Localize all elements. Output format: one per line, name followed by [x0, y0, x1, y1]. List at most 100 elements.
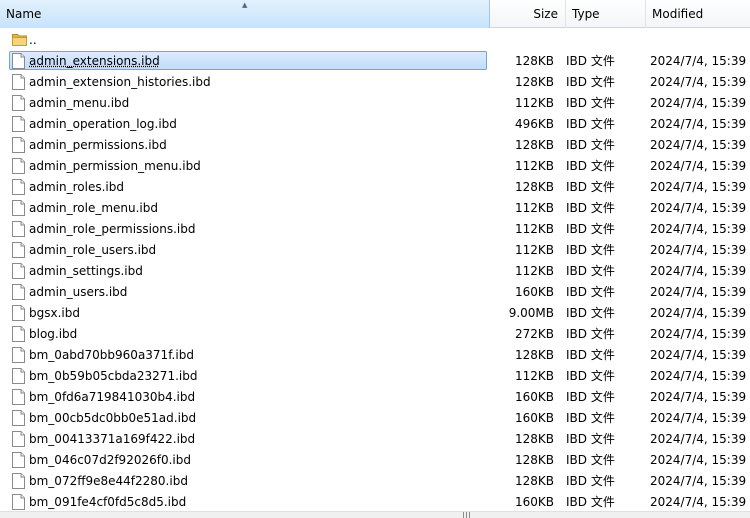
file-type: IBD 文件 — [566, 285, 615, 299]
scrollbar-grip-icon[interactable] — [463, 512, 472, 518]
file-size: 160KB — [514, 389, 554, 404]
file-name: admin_extensions.ibd — [29, 53, 160, 68]
file-row[interactable]: admin_permissions.ibd 128KB IBD 文件 2024/7/4… — [0, 134, 750, 155]
file-row[interactable]: bgsx.ibd 9.00MB IBD 文件 2024/7/4, 15:39 — [0, 302, 750, 323]
column-header-type[interactable]: Type — [566, 0, 646, 28]
file-type: IBD 文件 — [566, 75, 615, 89]
file-row[interactable]: admin_users.ibd 160KB IBD 文件 2024/7/4, 15:3… — [0, 281, 750, 302]
file-type: IBD 文件 — [566, 243, 615, 257]
file-row[interactable]: admin_extensions.ibd 128KB IBD 文件 2024/7/4,… — [0, 50, 750, 71]
file-row[interactable]: admin_permission_menu.ibd 112KB IBD 文件 2024… — [0, 155, 750, 176]
file-row[interactable]: admin_role_users.ibd 112KB IBD 文件 2024/7/4,… — [0, 239, 750, 260]
file-name-cell: bm_046c07d2f92026f0.ibd — [0, 449, 488, 470]
file-modified: 2024/7/4, 15:39 — [650, 116, 747, 131]
file-size: 128KB — [514, 431, 554, 446]
file-row[interactable]: bm_0b59b05cbda23271.ibd 112KB IBD 文件 2024/7… — [0, 365, 750, 386]
file-size: 128KB — [514, 347, 554, 362]
file-name: admin_role_menu.ibd — [29, 200, 158, 215]
file-list[interactable]: .. admin_extensions.ibd 128KB IBD 文件 2024/7/… — [0, 29, 750, 511]
file-row[interactable]: admin_roles.ibd 128KB IBD 文件 2024/7/4, 15:3… — [0, 176, 750, 197]
file-type: IBD 文件 — [566, 411, 615, 425]
column-header-bar: Name ▲ Size Type Modified — [0, 0, 750, 28]
file-name-cell: bm_00cb5dc0bb0e51ad.ibd — [0, 407, 488, 428]
file-name-cell: admin_role_users.ibd — [0, 239, 488, 260]
file-type: IBD 文件 — [566, 138, 615, 152]
file-size: 112KB — [514, 158, 554, 173]
file-row[interactable]: bm_072ff9e8e44f2280.ibd 128KB IBD 文件 2024/7… — [0, 470, 750, 491]
file-type: IBD 文件 — [566, 474, 615, 488]
file-row[interactable]: .. — [0, 29, 750, 50]
file-name: bm_091fe4cf0fd5c8d5.ibd — [29, 494, 187, 509]
file-icon — [12, 451, 25, 468]
column-header-modified[interactable]: Modified — [646, 0, 750, 28]
file-type: IBD 文件 — [566, 54, 615, 68]
file-type: IBD 文件 — [566, 306, 615, 320]
file-modified: 2024/7/4, 15:39 — [650, 95, 747, 110]
file-name: bm_046c07d2f92026f0.ibd — [29, 452, 191, 467]
file-type: IBD 文件 — [566, 96, 615, 110]
file-name: .. — [29, 32, 37, 47]
file-row[interactable]: bm_091fe4cf0fd5c8d5.ibd 160KB IBD 文件 2024/7… — [0, 491, 750, 511]
file-modified: 2024/7/4, 15:39 — [650, 347, 747, 362]
file-icon — [12, 157, 25, 174]
file-name: bgsx.ibd — [29, 305, 80, 320]
file-icon — [12, 115, 25, 132]
column-header-size[interactable]: Size — [490, 0, 566, 28]
file-modified: 2024/7/4, 15:39 — [650, 179, 747, 194]
file-name: admin_operation_log.ibd — [29, 116, 177, 131]
file-size: 128KB — [514, 179, 554, 194]
file-row[interactable]: blog.ibd 272KB IBD 文件 2024/7/4, 15:39 — [0, 323, 750, 344]
file-size: 128KB — [514, 74, 554, 89]
file-icon — [12, 346, 25, 363]
file-icon — [12, 325, 25, 342]
file-row[interactable]: admin_role_menu.ibd 112KB IBD 文件 2024/7/4, … — [0, 197, 750, 218]
file-modified: 2024/7/4, 15:39 — [650, 53, 747, 68]
file-row[interactable]: admin_role_permissions.ibd 112KB IBD 文件 202… — [0, 218, 750, 239]
file-name-cell: bgsx.ibd — [0, 302, 488, 323]
file-row[interactable]: bm_0abd70bb960a371f.ibd 128KB IBD 文件 2024/7… — [0, 344, 750, 365]
file-name: admin_role_permissions.ibd — [29, 221, 196, 236]
file-row[interactable]: admin_settings.ibd 112KB IBD 文件 2024/7/4, 1… — [0, 260, 750, 281]
file-size: 112KB — [514, 95, 554, 110]
file-type: IBD 文件 — [566, 390, 615, 404]
file-icon — [12, 262, 25, 279]
column-header-name[interactable]: Name ▲ — [0, 0, 490, 28]
file-size: 496KB — [514, 116, 554, 131]
file-icon — [12, 220, 25, 237]
sort-ascending-icon: ▲ — [242, 1, 248, 9]
file-modified: 2024/7/4, 15:39 — [650, 326, 747, 341]
horizontal-scrollbar[interactable] — [0, 511, 750, 518]
file-size: 128KB — [514, 452, 554, 467]
file-modified: 2024/7/4, 15:39 — [650, 452, 747, 467]
file-row[interactable]: bm_00413371a169f422.ibd 128KB IBD 文件 2024/7… — [0, 428, 750, 449]
file-row[interactable]: admin_extension_histories.ibd 128KB IBD 文件… — [0, 71, 750, 92]
file-type: IBD 文件 — [566, 117, 615, 131]
file-icon — [12, 283, 25, 300]
file-name: admin_roles.ibd — [29, 179, 124, 194]
file-row[interactable]: bm_00cb5dc0bb0e51ad.ibd 160KB IBD 文件 2024/7… — [0, 407, 750, 428]
file-row[interactable]: bm_0fd6a719841030b4.ibd 160KB IBD 文件 2024/7… — [0, 386, 750, 407]
file-name: bm_0b59b05cbda23271.ibd — [29, 368, 198, 383]
file-type: IBD 文件 — [566, 264, 615, 278]
file-name-cell: .. — [0, 29, 488, 50]
file-name-cell: admin_menu.ibd — [0, 92, 488, 113]
file-icon — [12, 199, 25, 216]
file-modified: 2024/7/4, 15:39 — [650, 368, 747, 383]
file-row[interactable]: bm_046c07d2f92026f0.ibd 128KB IBD 文件 2024/7… — [0, 449, 750, 470]
file-size: 9.00MB — [508, 305, 554, 320]
file-size: 160KB — [514, 494, 554, 509]
file-type: IBD 文件 — [566, 180, 615, 194]
file-name-cell: admin_users.ibd — [0, 281, 488, 302]
file-type: IBD 文件 — [566, 348, 615, 362]
file-name: bm_00cb5dc0bb0e51ad.ibd — [29, 410, 197, 425]
file-name: bm_00413371a169f422.ibd — [29, 431, 196, 446]
file-name-cell: admin_permissions.ibd — [0, 134, 488, 155]
file-icon — [12, 73, 25, 90]
file-row[interactable]: admin_menu.ibd 112KB IBD 文件 2024/7/4, 15:39 — [0, 92, 750, 113]
file-modified: 2024/7/4, 15:39 — [650, 389, 747, 404]
file-row[interactable]: admin_operation_log.ibd 496KB IBD 文件 2024/7… — [0, 113, 750, 134]
file-name: bm_0abd70bb960a371f.ibd — [29, 347, 194, 362]
file-name-cell: bm_0abd70bb960a371f.ibd — [0, 344, 488, 365]
column-header-type-label: Type — [572, 7, 600, 21]
file-name-cell: admin_role_permissions.ibd — [0, 218, 488, 239]
